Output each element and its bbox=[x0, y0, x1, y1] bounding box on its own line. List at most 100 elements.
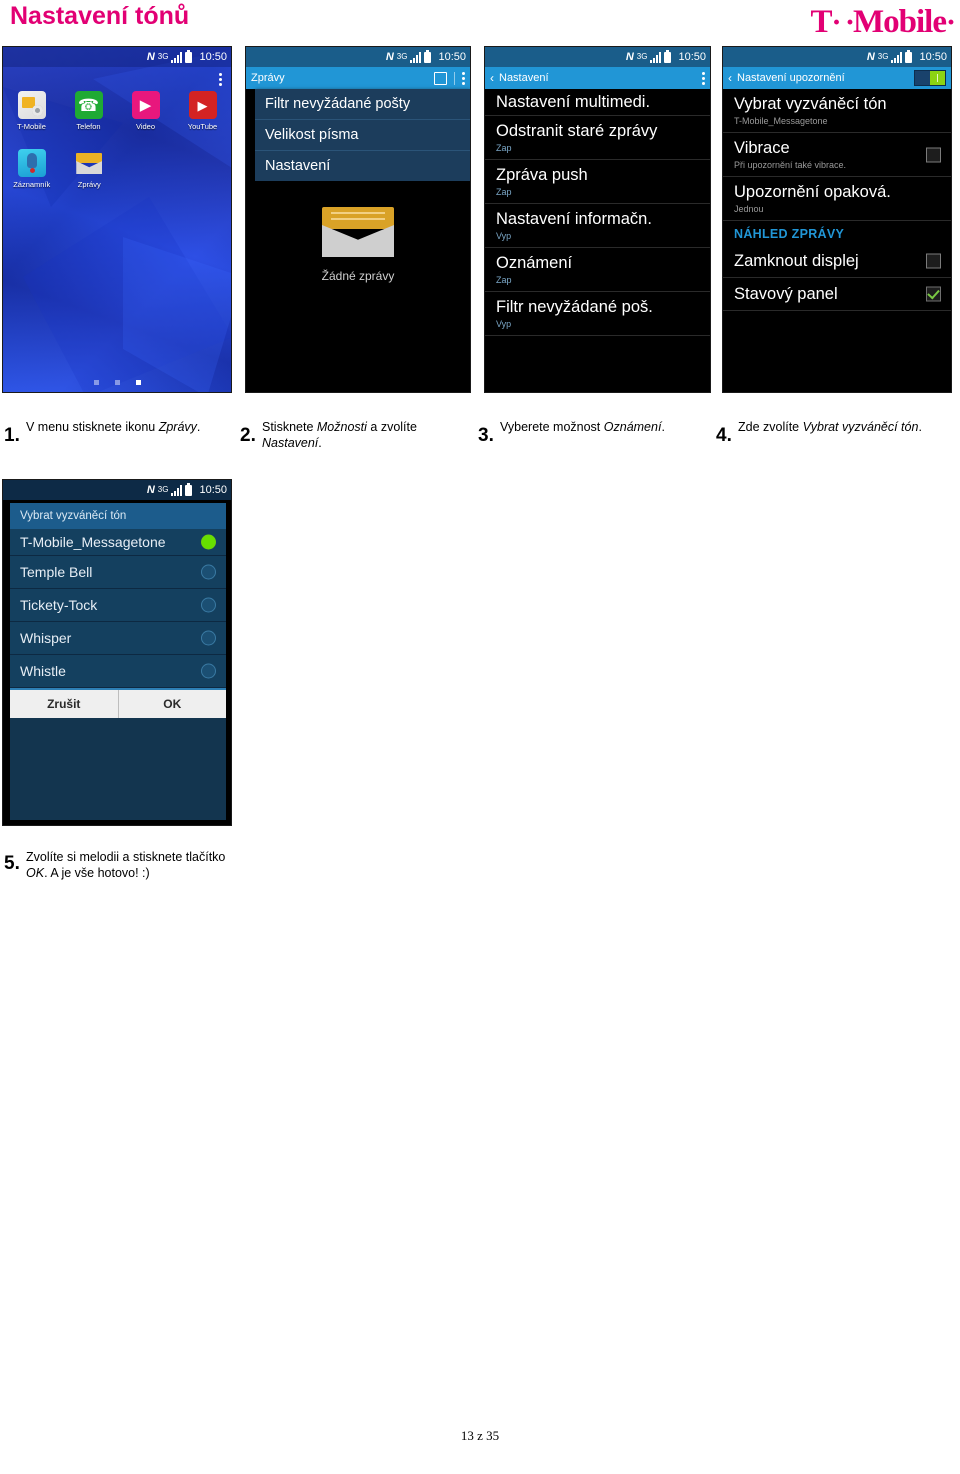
status-bar: N 3G 10:50 bbox=[485, 47, 710, 67]
signal-bars-icon bbox=[891, 51, 903, 63]
list-item-title: Upozornění opaková. bbox=[734, 183, 891, 201]
app-icon-youtube[interactable]: ▶ YouTube bbox=[174, 85, 231, 131]
list-item-title: Nastavení multimedi. bbox=[496, 93, 651, 111]
step-caption-1: 1. V menu stisknete ikonu Zprávy. bbox=[4, 420, 229, 445]
list-item-subtitle: Vyp bbox=[496, 319, 512, 329]
screenshot-settings-list: N 3G 10:50 ‹ Nastavení Nastavení multime… bbox=[484, 46, 711, 393]
list-item-subtitle: Vyp bbox=[496, 231, 512, 241]
radio-unselected-icon[interactable] bbox=[201, 597, 216, 613]
list-item-select-ringtone[interactable]: Vybrat vyzváněcí tón T-Mobile_Messageton… bbox=[723, 89, 951, 133]
play-triangle-icon: ▶ bbox=[131, 91, 160, 119]
nfc-icon: N bbox=[625, 51, 634, 63]
overflow-dropdown-menu: Filtr nevyžádané pošty Velikost písma Na… bbox=[255, 89, 470, 181]
chevron-left-icon[interactable]: ‹ bbox=[490, 71, 494, 85]
list-item[interactable]: Odstranit staré zprávy Zap bbox=[485, 116, 710, 160]
ringtone-option[interactable]: Temple Bell bbox=[10, 556, 226, 589]
list-item[interactable]: Nastavení informačn. Vyp bbox=[485, 204, 710, 248]
page-dot-active[interactable] bbox=[135, 380, 141, 385]
page-dot[interactable] bbox=[114, 380, 120, 385]
status-time: 10:50 bbox=[678, 51, 706, 63]
network-type-label: 3G bbox=[877, 52, 889, 61]
app-icon-telefon[interactable]: ☎ Telefon bbox=[60, 85, 117, 131]
page-dot[interactable] bbox=[93, 380, 99, 385]
app-label: Telefon bbox=[76, 122, 101, 131]
screenshot-notification-settings: N 3G 10:50 ‹ Nastavení upozornění Vybrat… bbox=[722, 46, 952, 393]
menu-item-spam-filter[interactable]: Filtr nevyžádané pošty bbox=[255, 89, 470, 120]
list-item-subtitle: T-Mobile_Messagetone bbox=[734, 116, 828, 126]
settings-list: Vybrat vyzváněcí tón T-Mobile_Messageton… bbox=[723, 89, 951, 311]
compose-icon[interactable] bbox=[434, 71, 447, 85]
list-item-status-bar[interactable]: Stavový panel bbox=[723, 278, 951, 311]
checkbox-unchecked-icon[interactable] bbox=[926, 253, 941, 269]
radio-selected-icon[interactable] bbox=[201, 534, 216, 550]
page-header: Nastavení tónů T· ·Mobile· bbox=[0, 0, 960, 46]
checkbox-checked-icon[interactable] bbox=[926, 286, 941, 302]
step-text: V menu stisknete ikonu Zprávy. bbox=[26, 420, 201, 434]
radio-unselected-icon[interactable] bbox=[201, 630, 216, 646]
app-grid: T-Mobile ☎ Telefon ▶ Video ▶ YouTube Záz… bbox=[3, 85, 231, 189]
overflow-menu-icon[interactable] bbox=[702, 71, 705, 85]
app-bar: Zprávy bbox=[246, 67, 470, 89]
ok-button[interactable]: OK bbox=[119, 690, 227, 718]
step-number: 3. bbox=[478, 425, 494, 446]
divider bbox=[454, 71, 455, 85]
logo-dot-right: · bbox=[945, 6, 956, 39]
logo-letter-t: T bbox=[810, 4, 832, 40]
step-number: 5. bbox=[4, 853, 20, 874]
notifications-master-toggle[interactable] bbox=[914, 70, 946, 86]
app-bar-title: Zprávy bbox=[251, 72, 285, 84]
list-item[interactable]: Nastavení multimedi. bbox=[485, 89, 710, 116]
voicemail-icon bbox=[17, 149, 46, 177]
menu-item-settings[interactable]: Nastavení bbox=[255, 151, 470, 181]
envelope-icon bbox=[322, 207, 394, 257]
sim-card-icon bbox=[17, 91, 46, 119]
battery-icon bbox=[664, 49, 672, 63]
page-title: Nastavení tónů bbox=[10, 2, 190, 30]
app-bar: ‹ Nastavení bbox=[485, 67, 710, 89]
app-label: Zprávy bbox=[77, 180, 101, 189]
ringtone-option-label: T-Mobile_Messagetone bbox=[20, 534, 166, 550]
ringtone-option[interactable]: Whistle bbox=[10, 655, 226, 688]
list-item-lock-screen[interactable]: Zamknout displej bbox=[723, 245, 951, 278]
settings-list: Nastavení multimedi. Odstranit staré zpr… bbox=[485, 89, 710, 336]
app-icon-zpravy[interactable]: Zprávy bbox=[61, 143, 119, 189]
menu-item-font-size[interactable]: Velikost písma bbox=[255, 120, 470, 151]
list-item-subtitle: Jednou bbox=[734, 204, 764, 214]
ringtone-option[interactable]: Whisper bbox=[10, 622, 226, 655]
step-number: 2. bbox=[240, 425, 256, 446]
list-item-vibration[interactable]: Vibrace Při upozornění také vibrace. bbox=[723, 133, 951, 177]
chevron-left-icon[interactable]: ‹ bbox=[728, 71, 732, 85]
ringtone-option[interactable]: Tickety-Tock bbox=[10, 589, 226, 622]
status-icons: N 3G 10:50 bbox=[867, 49, 947, 63]
ringtone-option-label: Whisper bbox=[20, 630, 72, 646]
app-bar-actions bbox=[434, 71, 465, 85]
checkbox-unchecked-icon[interactable] bbox=[926, 147, 941, 162]
app-icon-zaznamnik[interactable]: Záznamník bbox=[3, 143, 61, 189]
radio-unselected-icon[interactable] bbox=[201, 663, 216, 679]
overflow-menu-icon[interactable] bbox=[462, 71, 465, 85]
status-icons: N 3G 10:50 bbox=[147, 49, 227, 63]
list-item[interactable]: Zpráva push Zap bbox=[485, 160, 710, 204]
list-item[interactable]: Filtr nevyžádané poš. Vyp bbox=[485, 292, 710, 336]
network-type-label: 3G bbox=[157, 485, 169, 494]
ringtone-option-label: Whistle bbox=[20, 663, 66, 679]
app-row-1: T-Mobile ☎ Telefon ▶ Video ▶ YouTube bbox=[3, 85, 231, 131]
list-item-repeat-alert[interactable]: Upozornění opaková. Jednou bbox=[723, 177, 951, 221]
network-type-label: 3G bbox=[396, 52, 408, 61]
empty-state-text: Žádné zprávy bbox=[321, 269, 395, 283]
app-icon-t-mobile[interactable]: T-Mobile bbox=[3, 85, 60, 131]
status-time: 10:50 bbox=[919, 51, 947, 63]
list-item-subtitle: Zap bbox=[496, 143, 512, 153]
status-bar: N 3G 10:50 bbox=[3, 47, 231, 67]
ringtone-option[interactable]: T-Mobile_Messagetone bbox=[10, 529, 226, 556]
app-icon-video[interactable]: ▶ Video bbox=[117, 85, 174, 131]
step-caption-4: 4. Zde zvolíte Vybrat vyzváněcí tón. bbox=[716, 420, 951, 445]
list-item-subtitle: Zap bbox=[496, 187, 512, 197]
logo-dots-left: · · bbox=[831, 6, 854, 39]
cancel-button[interactable]: Zrušit bbox=[10, 690, 119, 718]
list-item-notifications[interactable]: Oznámení Zap bbox=[485, 248, 710, 292]
ringtone-option-label: Tickety-Tock bbox=[20, 597, 98, 613]
radio-unselected-icon[interactable] bbox=[201, 564, 216, 580]
phone-handset-icon: ☎ bbox=[74, 91, 103, 119]
overflow-menu-icon[interactable] bbox=[219, 73, 222, 86]
